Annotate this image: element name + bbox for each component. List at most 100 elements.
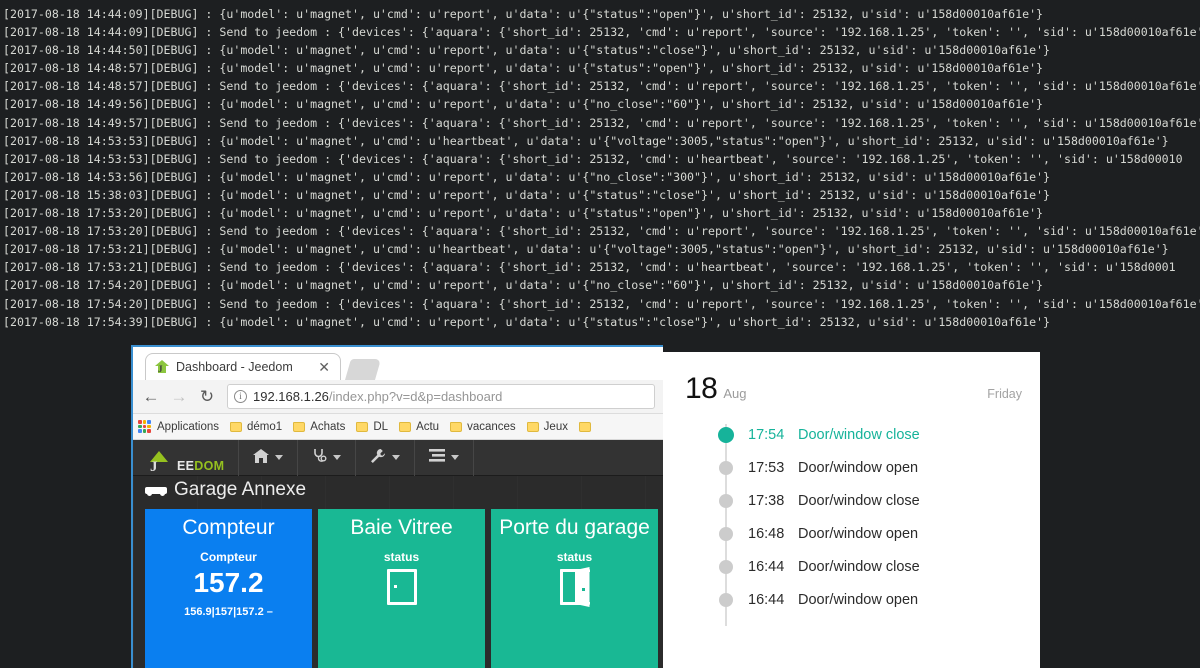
timeline-list: 17:54 Door/window close 17:53 Door/window o… (663, 418, 1040, 626)
wrench-icon (370, 448, 386, 468)
log-line: [2017-08-18 14:49:56][DEBUG] : {u'model'… (3, 97, 1044, 112)
widget-tile[interactable]: Baie Vitree status (318, 509, 485, 668)
timeline-panel: 18 Aug Friday 17:54 Door/window close 17:5… (663, 352, 1040, 668)
widget-title: Compteur (182, 516, 275, 539)
widget-title: Baie Vitree (350, 516, 453, 539)
svg-text:J: J (158, 364, 163, 374)
log-line: [2017-08-18 17:54:20][DEBUG] : {u'model'… (3, 278, 1044, 293)
folder-icon (356, 421, 369, 432)
chevron-down-icon (451, 455, 460, 460)
timeline-header: 18 Aug Friday (663, 374, 1040, 404)
timeline-weekday: Friday (987, 387, 1022, 401)
bookmark-item[interactable]: démo1 (230, 421, 282, 433)
home-icon (253, 448, 270, 467)
forward-icon[interactable]: → (165, 383, 193, 411)
widget-minmax-stats: 156.9|157|157.2 – (184, 606, 273, 618)
log-line: [2017-08-18 14:44:09][DEBUG] : {u'model'… (3, 7, 1044, 21)
bookmark-item[interactable]: vacances (450, 421, 516, 433)
bookmark-item[interactable]: Actu (399, 421, 439, 433)
widget-tile[interactable]: Compteur Compteur 157.2 156.9|157|157.2 – (145, 509, 312, 668)
timeline-event[interactable]: 17:54 Door/window close (663, 418, 1040, 451)
timeline-event-time: 16:48 (748, 525, 785, 542)
timeline-day: 18 (685, 372, 718, 405)
widget-value: 157.2 (193, 567, 264, 598)
log-line: [2017-08-18 14:48:57][DEBUG] : {u'model'… (3, 61, 1044, 76)
new-tab-button[interactable] (344, 359, 382, 380)
timeline-event-time: 16:44 (748, 591, 785, 608)
timeline-dot-icon (718, 426, 734, 443)
screen: [2017-08-18 14:44:09][DEBUG] : {u'model'… (0, 0, 1200, 668)
widget-sub-label: Compteur (200, 550, 257, 564)
timeline-event[interactable]: 16:44 Door/window close (663, 550, 1040, 583)
timeline-event-time: 17:54 (748, 426, 785, 443)
bookmark-item[interactable]: Jeux (526, 421, 568, 433)
bookmark-item[interactable] (578, 421, 596, 432)
timeline-event-label: Door/window open (798, 591, 919, 608)
folder-icon (230, 421, 243, 432)
log-line: [2017-08-18 17:54:20][DEBUG] : Send to j… (3, 296, 1200, 311)
timeline-event-label: Door/window close (798, 492, 920, 509)
reload-icon[interactable]: ↻ (193, 383, 221, 411)
log-line: [2017-08-18 14:48:57][DEBUG] : Send to j… (3, 79, 1200, 94)
folder-icon (399, 421, 412, 432)
nav-item-home[interactable] (239, 439, 299, 476)
chevron-down-icon (392, 455, 401, 460)
door-open-icon (559, 567, 590, 607)
log-line: [2017-08-18 17:54:39][DEBUG] : {u'model'… (3, 314, 1051, 329)
browser-tab[interactable]: J Dashboard - Jeedom ✕ (145, 353, 341, 380)
bookmark-label: Achats (310, 420, 346, 433)
widget-sub-label: status (556, 550, 593, 564)
close-icon[interactable]: ✕ (314, 360, 334, 374)
bookmark-item[interactable]: Achats (293, 421, 345, 433)
chevron-down-icon (275, 455, 284, 460)
jeedom-dashboard: J EEDOM Garage Annexe Compteur Compteur … (133, 439, 663, 668)
jeedom-wordmark: EEDOM (177, 458, 225, 473)
log-line: [2017-08-18 14:44:09][DEBUG] : Send to j… (3, 25, 1200, 40)
log-line: [2017-08-18 14:53:56][DEBUG] : {u'model'… (3, 169, 1051, 184)
timeline-event-label: Door/window open (798, 525, 919, 542)
nav-item-health[interactable] (298, 439, 357, 476)
bookmark-item[interactable]: Applications (138, 420, 219, 433)
jeedom-logo[interactable]: J EEDOM (133, 439, 240, 476)
timeline-event[interactable]: 17:53 Door/window open (663, 451, 1040, 484)
bookmark-label: DL (373, 420, 389, 433)
folder-icon (578, 421, 591, 432)
bookmark-item[interactable]: DL (356, 421, 388, 433)
back-icon[interactable]: ← (137, 383, 165, 411)
nav-item-plugins[interactable] (415, 439, 475, 476)
timeline-event-time: 17:38 (748, 492, 785, 509)
log-line: [2017-08-18 17:53:21][DEBUG] : {u'model'… (3, 242, 1169, 257)
timeline-event[interactable]: 16:44 Door/window open (663, 583, 1040, 616)
log-line: [2017-08-18 14:53:53][DEBUG] : {u'model'… (3, 133, 1169, 148)
room-title-label: Garage Annexe (174, 479, 307, 500)
timeline-dot-icon (719, 526, 733, 541)
timeline-month: Aug (723, 386, 747, 401)
log-line: [2017-08-18 17:53:20][DEBUG] : {u'model'… (3, 206, 1044, 221)
widget-tile[interactable]: Porte du garage status (491, 509, 658, 668)
log-line: [2017-08-18 17:53:21][DEBUG] : Send to j… (3, 260, 1176, 275)
timeline-dot-icon (719, 460, 733, 475)
address-bar[interactable]: i 192.168.1.26 /index.php?v=d&p=dashboar… (227, 384, 655, 409)
timeline-event[interactable]: 17:38 Door/window close (663, 484, 1040, 517)
nav-item-tools[interactable] (356, 439, 416, 476)
bookmark-label: vacances (467, 420, 516, 433)
log-line: [2017-08-18 17:53:20][DEBUG] : Send to j… (3, 224, 1200, 239)
folder-icon (293, 421, 306, 432)
timeline-event[interactable]: 16:48 Door/window open (663, 517, 1040, 550)
terminal-log-panel[interactable]: [2017-08-18 14:44:09][DEBUG] : {u'model'… (0, 0, 1200, 340)
site-info-icon[interactable]: i (234, 390, 247, 403)
timeline-event-label: Door/window close (798, 558, 920, 575)
timeline-dot-icon (719, 559, 733, 574)
widget-sub-label: status (383, 550, 420, 564)
timeline-dot-icon (719, 592, 733, 607)
log-line: [2017-08-18 14:44:50][DEBUG] : {u'model'… (3, 43, 1051, 58)
timeline-event-time: 17:53 (748, 459, 785, 476)
bookmark-label: démo1 (247, 420, 283, 433)
log-line: [2017-08-18 15:38:03][DEBUG] : {u'model'… (3, 187, 1051, 202)
widget-title: Porte du garage (499, 516, 650, 539)
chevron-down-icon (333, 455, 342, 460)
door-closed-icon (386, 569, 417, 605)
url-path: /index.php?v=d&p=dashboard (328, 389, 503, 404)
bookmark-label: Actu (416, 420, 440, 433)
jeedom-house-icon: J (154, 359, 170, 375)
